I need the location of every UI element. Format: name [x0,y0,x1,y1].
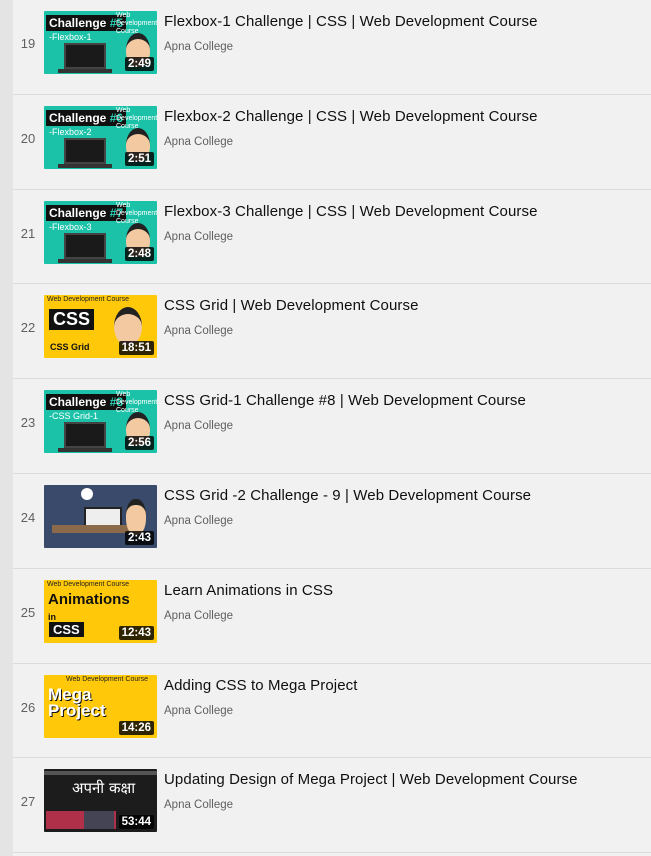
thumb-css-label: CSS [49,309,95,331]
video-duration: 2:43 [124,530,154,545]
video-thumbnail[interactable]: Web Development Course Mega Project 14:26 [44,674,157,738]
browser-bar-illustration [44,771,157,776]
video-duration: 18:51 [118,341,154,356]
playlist-video-row[interactable]: 25 Web Development Course Animations in C… [13,569,651,664]
video-duration: 2:48 [124,246,154,261]
video-index: 26 [20,699,36,715]
laptop-illustration [58,232,112,263]
video-index: 24 [20,509,36,525]
video-thumbnail[interactable]: Challenge #6 -Flexbox-2 Web Development … [44,105,157,169]
thumb-challenge-badge: Challenge #5 [46,15,127,31]
video-title[interactable]: Adding CSS to Mega Project [164,677,358,694]
video-index: 25 [20,604,36,620]
playlist-video-row[interactable]: 27 अपनी कक्षा 53:44 Updating Design of M… [13,758,651,854]
video-duration: 2:51 [124,151,154,166]
channel-name[interactable]: Apna College [164,610,233,622]
video-thumbnail[interactable]: Challenge #5 -Flexbox-1 Web Development … [44,11,157,74]
video-thumbnail[interactable]: अपनी कक्षा 53:44 [44,769,157,833]
channel-name[interactable]: Apna College [164,41,233,53]
video-index: 21 [20,225,36,241]
video-thumbnail[interactable]: Challenge #8 -CSS Grid-1 Web Development… [44,390,157,454]
clock-illustration [81,487,93,500]
laptop-illustration [58,137,112,168]
thumb-course-tag: Web Development Course [47,296,129,304]
video-title[interactable]: CSS Grid | Web Development Course [164,297,419,314]
thumb-footer: CSS Grid [50,342,90,353]
thumb-title: Animations in [48,590,130,622]
playlist-video-row[interactable]: 21 Challenge #7 -Flexbox-3 Web Developme… [13,190,651,285]
video-thumbnail[interactable]: Web Development Course Animations in CSS … [44,579,157,643]
video-index: 23 [20,415,36,431]
thumb-css-label: CSS [49,621,84,637]
playlist-video-row[interactable]: 22 Web Development Course CSS CSS Grid 1… [13,284,651,380]
channel-name[interactable]: Apna College [164,325,233,337]
video-title[interactable]: Flexbox-3 Challenge | CSS | Web Developm… [164,203,538,220]
video-title[interactable]: Flexbox-1 Challenge | CSS | Web Developm… [164,13,538,30]
video-title[interactable]: CSS Grid -2 Challenge - 9 | Web Developm… [164,487,531,504]
playlist-video-row[interactable]: 26 Web Development Course Mega Project 14… [13,664,651,759]
video-index: 27 [20,794,36,810]
video-thumbnail[interactable]: 2:43 [44,484,157,548]
thumb-title: Mega Project [48,684,106,720]
video-duration: 2:56 [124,436,154,451]
presenter-avatar [126,498,146,535]
channel-name[interactable]: Apna College [164,799,233,811]
video-duration: 14:26 [118,720,154,735]
playlist-video-row[interactable]: 24 2:43 CSS Grid -2 Challenge - 9 | Web … [13,474,651,569]
laptop-illustration [58,422,112,453]
channel-name[interactable]: Apna College [164,136,233,148]
video-title[interactable]: CSS Grid-1 Challenge #8 | Web Developmen… [164,392,526,409]
video-duration: 2:49 [124,57,154,71]
video-duration: 53:44 [118,815,154,830]
channel-name[interactable]: Apna College [164,420,233,432]
playlist-video-row[interactable]: 19 Challenge #5 -Flexbox-1 Web Developme… [13,0,651,95]
thumb-subtitle: -Flexbox-1 [49,32,92,42]
thumb-site-logo: अपनी कक्षा [72,779,136,798]
thumb-challenge-badge: Challenge #6 [46,109,127,126]
channel-name[interactable]: Apna College [164,231,233,243]
video-duration: 12:43 [118,625,154,640]
channel-name[interactable]: Apna College [164,515,233,527]
thumb-subtitle: -Flexbox-3 [49,221,92,232]
video-index: 19 [20,36,36,51]
desk-illustration [52,524,132,533]
video-title[interactable]: Flexbox-2 Challenge | CSS | Web Developm… [164,108,538,125]
thumb-challenge-badge: Challenge #7 [46,204,127,221]
thumb-challenge-badge: Challenge #8 [46,394,127,411]
laptop-illustration [58,43,112,73]
thumb-subtitle: -CSS Grid-1 [49,411,99,422]
video-thumbnail[interactable]: Web Development Course CSS CSS Grid 18:5… [44,295,157,359]
playlist-video-list: 19 Challenge #5 -Flexbox-1 Web Developme… [13,0,651,854]
playlist-video-row[interactable]: 23 Challenge #8 -CSS Grid-1 Web Developm… [13,379,651,474]
thumb-course-tag: Web Development Course [66,675,148,683]
playlist-video-row[interactable]: 20 Challenge #6 -Flexbox-2 Web Developme… [13,95,651,190]
thumb-subtitle: -Flexbox-2 [49,126,92,137]
video-title[interactable]: Updating Design of Mega Project | Web De… [164,771,578,788]
thumb-course-tag: Web Development Course [47,580,129,588]
video-thumbnail[interactable]: Challenge #7 -Flexbox-3 Web Development … [44,200,157,264]
video-title[interactable]: Learn Animations in CSS [164,582,333,599]
video-index: 22 [20,320,36,336]
playlist-edge [0,0,13,856]
channel-name[interactable]: Apna College [164,705,233,717]
card-illustration [84,811,114,830]
video-index: 20 [20,130,36,146]
thumb-course-tag: Web Development Course [116,201,157,225]
